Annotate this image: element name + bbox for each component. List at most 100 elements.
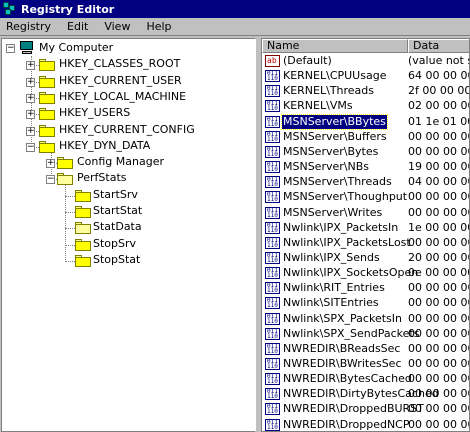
value-name: NWREDIR\DroppedBURST: [283, 402, 424, 416]
value-row[interactable]: 011 110 KERNEL\VMs 02 00 00 00: [262, 98, 469, 114]
expander-hkey-local-machine[interactable]: +: [26, 93, 35, 103]
value-row[interactable]: 011 110 Nwlink\IPX_Sends 20 00 00 00: [262, 250, 469, 266]
value-row[interactable]: 011 110 MSNServer\Threads 04 00 00 00: [262, 174, 469, 190]
tree-item-stopstat[interactable]: StopStat: [91, 253, 142, 267]
value-row[interactable]: 011 110 NWREDIR\BReadsSec 00 00 00 00: [262, 341, 469, 357]
value-row[interactable]: 011 110 KERNEL\CPUUsage 64 00 00 00: [262, 68, 469, 84]
folder-icon: [75, 206, 91, 218]
value-name: MSNServer\BBytes: [281, 113, 388, 130]
value-row[interactable]: 011 110 NWREDIR\BWritesSec 00 00 00 00: [262, 356, 469, 372]
expander-hkey-users[interactable]: +: [26, 110, 35, 120]
value-row[interactable]: 011 110 Nwlink\RIT_Entries 00 00 00 00: [262, 280, 469, 296]
folder-body: [75, 191, 91, 202]
value-row[interactable]: 011 110 NWREDIR\DroppedNCP 00 00 00 00: [262, 417, 470, 431]
folder-icon: [39, 75, 55, 88]
value-name: MSNServer\Writes: [283, 205, 383, 219]
value-data: 00 00 00 00: [408, 357, 470, 370]
tree-connector: [65, 260, 75, 262]
tree-item-hkey-dyn-data[interactable]: HKEY_DYN_DATA: [57, 139, 152, 153]
title-bar[interactable]: Registry Editor: [0, 0, 470, 18]
binary-value-icon: 011 110: [265, 176, 280, 189]
value-row[interactable]: 011 110 MSNServer\Bytes 00 00 00 00: [262, 144, 469, 160]
tree-item-hkey-current-user[interactable]: HKEY_CURRENT_USER: [57, 74, 184, 88]
expander-hkey-current-config[interactable]: +: [26, 126, 35, 136]
value-row[interactable]: 011 110 MSNServer\BBytes 01 1e 01 00: [262, 113, 469, 130]
value-data: 00 00 00 00: [408, 372, 470, 386]
value-data: 04 00 00 00: [408, 175, 470, 189]
tree-item-perfstats[interactable]: PerfStats: [75, 171, 128, 185]
value-name: Nwlink\SPX_PacketsIn: [283, 311, 402, 325]
value-row[interactable]: 011 110 MSNServer\Buffers 00 00 00 00: [262, 129, 469, 145]
tree-item-statdata[interactable]: StatData: [91, 220, 144, 234]
value-data: (value not set): [408, 54, 469, 67]
computer-base: [22, 51, 32, 54]
value-data: 2f 00 00 00: [408, 84, 470, 98]
value-row[interactable]: 011 110 Nwlink\IPX_PacketsLost 00 00 00 00: [262, 235, 469, 251]
folder-body: [75, 256, 91, 267]
folder-body: [75, 240, 91, 251]
expander-perfstats[interactable]: −: [46, 175, 55, 185]
column-header-name[interactable]: Name: [262, 39, 408, 53]
binary-value-icon: 011 110: [265, 358, 280, 370]
expander-hkey-classes-root[interactable]: +: [26, 61, 35, 71]
value-name: Nwlink\RIT_Entries: [283, 281, 385, 295]
value-row[interactable]: 011 110 NWREDIR\DroppedBURST 00 00 00 00: [262, 401, 469, 417]
value-row[interactable]: 011 110 Nwlink\SPX_SendPackets 00 00 00 00: [262, 326, 469, 342]
tree-connector: [65, 195, 75, 197]
value-row[interactable]: 011 110 MSNServer\Writes 00 00 00 00: [262, 205, 469, 221]
binary-value-icon: 011 110: [265, 297, 280, 310]
folder-body: [39, 61, 55, 72]
expander-my-computer[interactable]: −: [6, 44, 15, 53]
binary-value-icon: 011 110: [265, 100, 280, 113]
window-title: Registry Editor: [21, 2, 115, 16]
tree-item-hkey-local-machine[interactable]: HKEY_LOCAL_MACHINE: [57, 90, 188, 104]
column-header-data[interactable]: Data: [408, 39, 469, 53]
value-name: MSNServer\Thoughput: [283, 190, 408, 204]
expander-config-manager[interactable]: +: [46, 159, 55, 169]
menu-edit[interactable]: Edit: [65, 20, 90, 33]
folder-body: [39, 110, 55, 121]
folder-icon: [75, 254, 91, 267]
value-row[interactable]: 011 110 KERNEL\Threads 2f 00 00 00: [262, 83, 469, 99]
value-data: 00 00 00 00: [408, 205, 470, 219]
tree-item-stopsrv[interactable]: StopSrv: [91, 237, 138, 251]
tree-connector: [65, 212, 75, 213]
expander-hkey-dyn-data[interactable]: −: [26, 142, 35, 152]
value-row[interactable]: 011 110 Nwlink\SPX_PacketsIn 00 00 00 00: [262, 311, 469, 327]
menu-bar: Registry Edit View Help: [0, 18, 470, 36]
value-data: 00 00 00 00: [408, 144, 470, 158]
menu-view[interactable]: View: [102, 20, 132, 33]
binary-value-icon: 011 110: [265, 312, 280, 325]
tree-item-startsrv[interactable]: StartSrv: [91, 188, 140, 202]
tree-item-my-computer[interactable]: My Computer: [37, 41, 115, 55]
tree-item-hkey-classes-root[interactable]: HKEY_CLASSES_ROOT: [57, 57, 182, 71]
value-row[interactable]: 011 110 Nwlink\SITEntries 00 00 00 00: [262, 295, 469, 311]
value-name: NWREDIR\BytesCached: [283, 372, 412, 386]
value-row[interactable]: 011 110 Nwlink\IPX_PacketsIn 1e 00 00 00: [262, 220, 469, 236]
menu-help[interactable]: Help: [144, 20, 173, 33]
value-name: (Default): [283, 54, 332, 67]
value-name: MSNServer\Threads: [283, 175, 392, 189]
computer-screen: [20, 41, 33, 50]
value-row[interactable]: 011 110 Nwlink\IPX_SocketsOpen 0e 00 00 00: [262, 265, 469, 281]
value-row[interactable]: 011 110 NWREDIR\BytesCached 00 00 00 00: [262, 371, 469, 387]
menu-registry[interactable]: Registry: [4, 20, 53, 33]
value-data: 00 00 00 00: [408, 417, 470, 431]
tree-connector: [65, 185, 66, 262]
binary-value-icon: 011 110: [265, 85, 280, 98]
tree-connector: [65, 228, 75, 230]
tree-item-config-manager[interactable]: Config Manager: [75, 155, 166, 169]
value-row[interactable]: ab(Default) (value not set): [262, 53, 469, 69]
expander-hkey-current-user[interactable]: +: [26, 77, 35, 87]
value-data: 02 00 00 00: [408, 99, 470, 113]
key-tree-pane[interactable]: − My Computer + HKEY_CLASSES_ROOT + HKEY_CURR…: [1, 38, 256, 432]
tree-item-hkey-current-config[interactable]: HKEY_CURRENT_CONFIG: [57, 123, 197, 137]
tree-item-startstat[interactable]: StartStat: [91, 204, 144, 218]
tree-item-hkey-users[interactable]: HKEY_USERS: [57, 106, 132, 120]
binary-value-icon: 011 110: [265, 145, 280, 158]
value-row[interactable]: 011 110 MSNServer\NBs 19 00 00 00: [262, 159, 469, 175]
value-row[interactable]: 011 110 NWREDIR\DirtyBytesCached 00 00 00 …: [262, 386, 469, 402]
value-row[interactable]: 011 110 MSNServer\Thoughput 00 00 00 00: [262, 189, 469, 205]
value-list-pane[interactable]: Name Data ab(Default)(value not set)011 …: [261, 38, 470, 432]
value-name: NWREDIR\BReadsSec: [283, 341, 401, 355]
